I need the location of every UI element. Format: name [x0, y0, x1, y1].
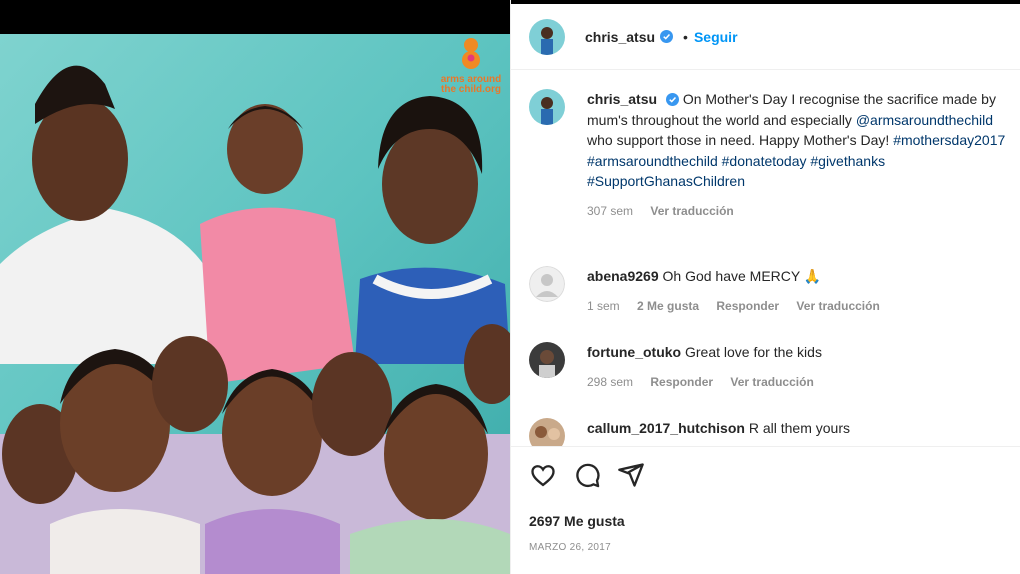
comment-reply-button[interactable]: Responder	[716, 299, 779, 313]
caption-item: chris_atsu On Mother's Day I recognise t…	[529, 89, 1020, 257]
charity-logo-text: arms around the child.org	[440, 74, 502, 95]
caption-time[interactable]: 307 sem	[587, 204, 633, 218]
caption-avatar[interactable]	[529, 89, 565, 125]
verified-badge-icon	[660, 30, 674, 43]
charity-logo-mark	[462, 38, 480, 69]
likes-count[interactable]: 2697 Me gusta	[529, 513, 625, 529]
comments-list[interactable]: chris_atsu On Mother's Day I recognise t…	[511, 71, 1020, 446]
comment-body: abena9269 Oh God have MERCY 🙏 1 sem 2 Me…	[587, 266, 1020, 316]
follow-button[interactable]: Seguir	[694, 29, 738, 45]
comment-time[interactable]: 298 sem	[587, 375, 633, 389]
comment-meta: 298 sem Responder Ver traducción	[587, 372, 1020, 393]
comment-username[interactable]: callum_2017_hutchison	[587, 420, 745, 436]
comment-text: R all them yours	[748, 420, 850, 436]
comment-reply-button[interactable]: Responder	[650, 375, 713, 389]
commenter-avatar[interactable]	[529, 342, 565, 378]
post-date[interactable]: MARZO 26, 2017	[529, 542, 611, 553]
post-image-illustration	[0, 34, 510, 574]
author-avatar[interactable]	[529, 18, 565, 55]
caption-meta: 307 sem Ver traducción	[587, 201, 1020, 222]
comment-likes[interactable]: 2 Me gusta	[637, 299, 699, 313]
comment-text: Oh God have MERCY 🙏	[662, 268, 822, 284]
verified-badge-icon	[665, 93, 679, 106]
separator-dot: •	[683, 28, 688, 45]
post-media-panel: arms around the child.org	[0, 0, 510, 574]
comment-text: Great love for the kids	[685, 344, 822, 360]
caption-body: chris_atsu On Mother's Day I recognise t…	[587, 89, 1020, 221]
comment-meta: 1 sem 2 Me gusta Responder Ver traducció…	[587, 296, 1020, 317]
comment-item: abena9269 Oh God have MERCY 🙏 1 sem 2 Me…	[529, 266, 1020, 326]
like-heart-icon[interactable]	[529, 461, 557, 489]
charity-logo: arms around the child.org	[436, 36, 506, 95]
comment-translate-link[interactable]: Ver traducción	[796, 299, 879, 313]
commenter-avatar[interactable]	[529, 418, 565, 446]
comment-body: fortune_otuko Great love for the kids 29…	[587, 342, 1020, 392]
post-image[interactable]: arms around the child.org	[0, 34, 510, 574]
comment-bubble-icon[interactable]	[573, 461, 601, 489]
comment-translate-link[interactable]: Ver traducción	[730, 375, 813, 389]
commenter-avatar[interactable]	[529, 266, 565, 302]
author-username[interactable]: chris_atsu	[585, 29, 655, 45]
post-sidebar: chris_atsu • Seguir chris_atsu On Mother…	[510, 0, 1020, 574]
comment-item: fortune_otuko Great love for the kids 29…	[529, 342, 1020, 402]
comment-body: callum_2017_hutchison R all them yours	[587, 418, 1020, 439]
media-top-bar	[0, 0, 510, 34]
post-actions: 2697 Me gusta MARZO 26, 2017	[511, 446, 1020, 574]
comment-username[interactable]: fortune_otuko	[587, 344, 681, 360]
share-paper-plane-icon[interactable]	[617, 461, 645, 489]
caption-translate-link[interactable]: Ver traducción	[650, 204, 733, 218]
caption-mention[interactable]: @armsaroundthechild	[856, 112, 993, 128]
action-icons	[529, 461, 645, 489]
caption-username[interactable]: chris_atsu	[587, 91, 657, 107]
comment-item: callum_2017_hutchison R all them yours	[529, 418, 1020, 446]
comment-username[interactable]: abena9269	[587, 268, 659, 284]
caption-text-2: who support those in need. Happy Mother'…	[587, 132, 894, 148]
post-header: chris_atsu • Seguir	[511, 4, 1020, 70]
comment-time[interactable]: 1 sem	[587, 299, 620, 313]
